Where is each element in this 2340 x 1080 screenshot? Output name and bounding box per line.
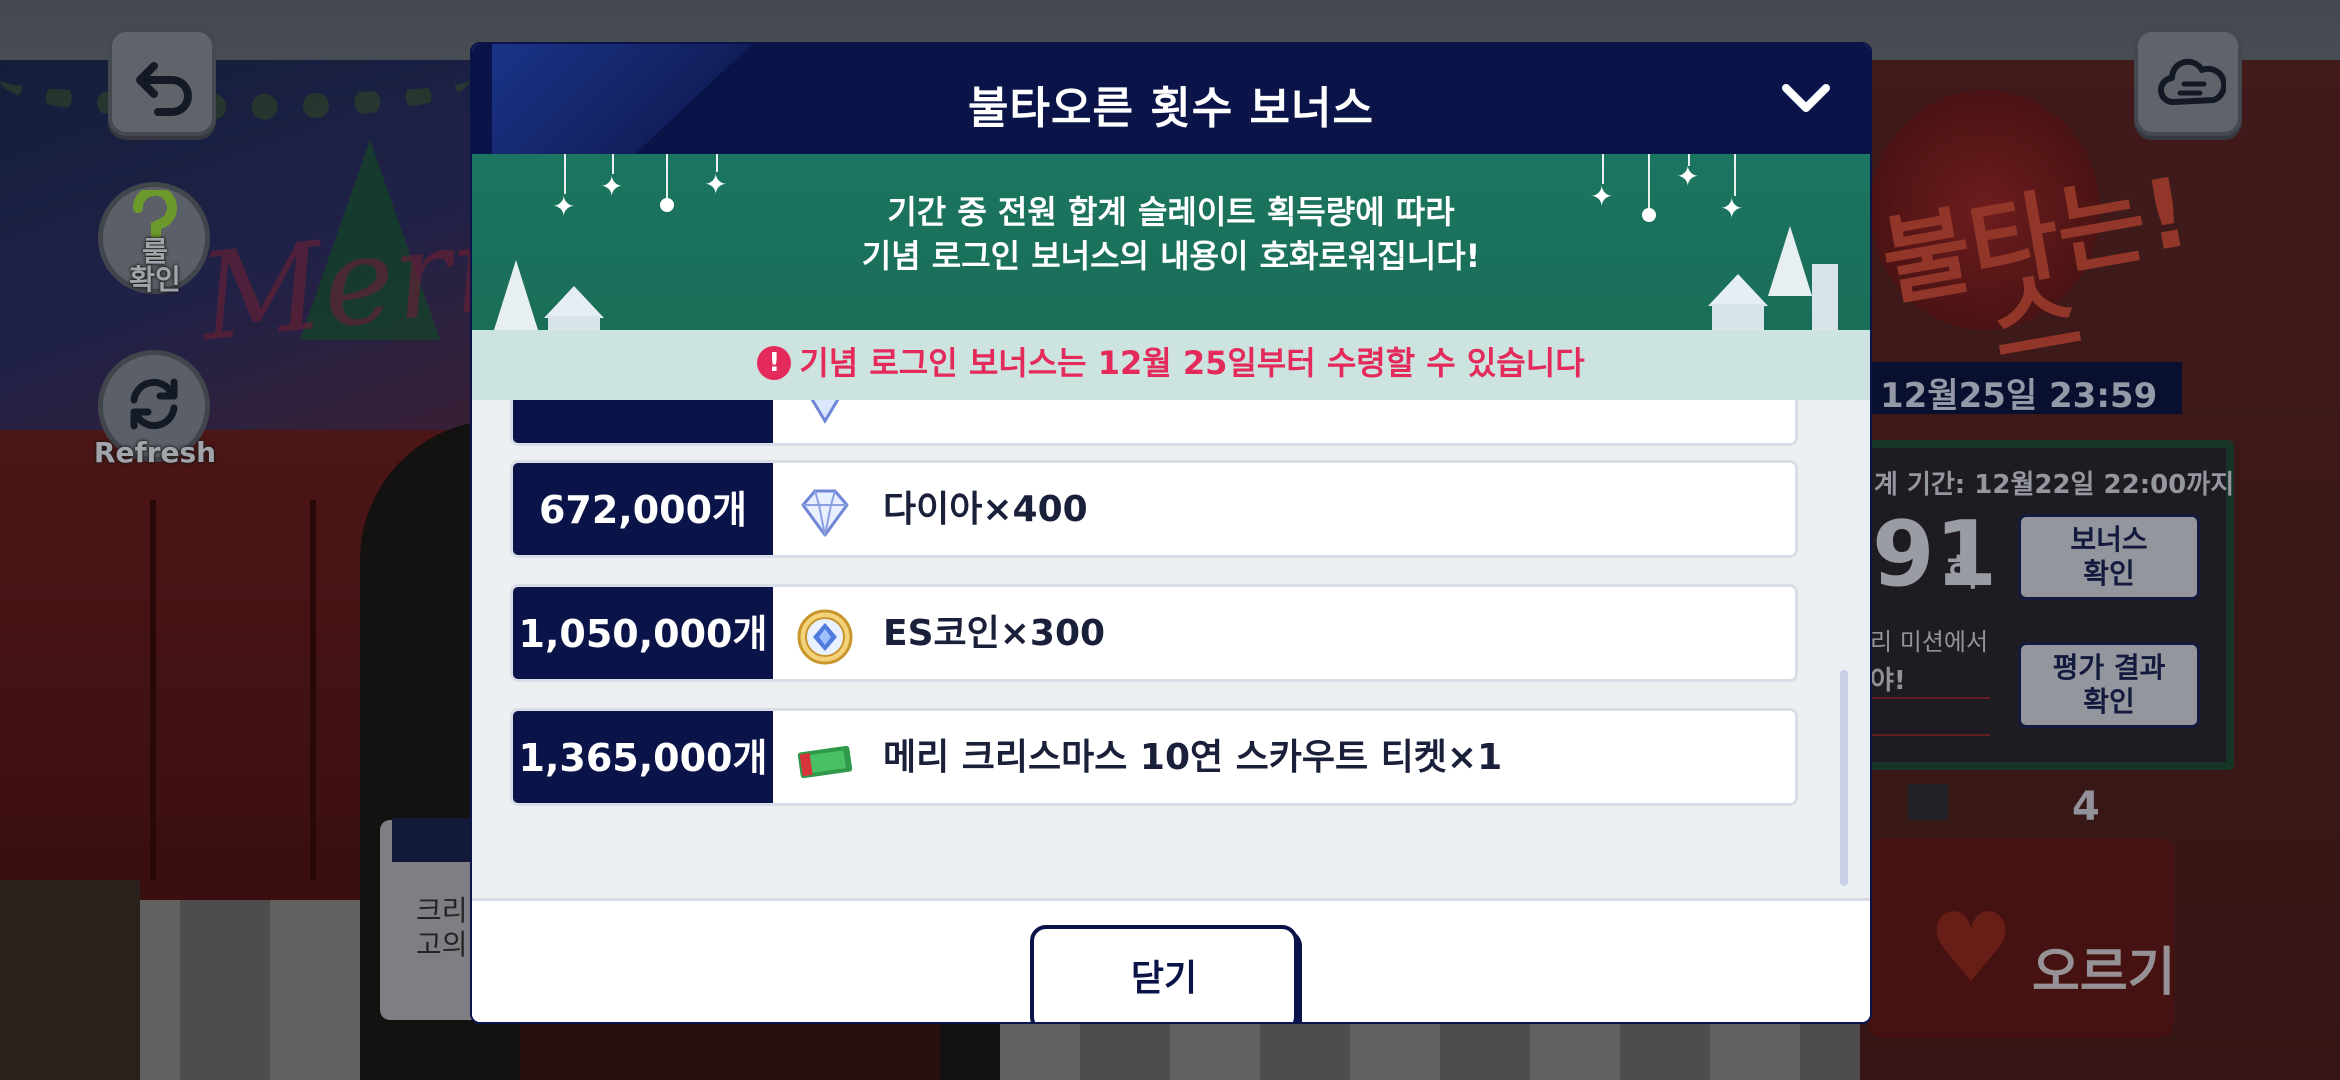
alert-icon: ! [757, 346, 792, 380]
collapse-button[interactable] [1776, 70, 1836, 126]
bonus-modal: 불타오른 횟수 보너스 ✦ ✦ ✦ 기간 중 전원 합계 슬레이트 획득량에 따… [470, 42, 1872, 1024]
close-button[interactable]: 닫기 [1030, 925, 1298, 1022]
star-icon: ✦ [1720, 192, 1744, 225]
reward-list[interactable]: 672,000개 다이아×400 1,050,000개 ES코인×300 1,3… [472, 400, 1870, 898]
modal-header: 불타오른 횟수 보너스 [472, 44, 1870, 154]
reward-label: ES코인×300 [883, 613, 1106, 654]
reward-amount: 672,000개 [513, 463, 773, 555]
modal-footer: 닫기 [472, 898, 1870, 1022]
es-coin-icon [797, 609, 853, 665]
scrollbar-thumb[interactable] [1840, 670, 1848, 886]
notice-bar: ! 기념 로그인 보너스는 12월 25일부터 수령할 수 있습니다 [472, 330, 1870, 400]
star-icon: ✦ [1676, 160, 1700, 193]
banner-line-1: 기간 중 전원 합계 슬레이트 획득량에 따라 [887, 193, 1455, 231]
church-tower-icon [1812, 264, 1838, 330]
notice-text: 기념 로그인 보너스는 12월 25일부터 수령할 수 있습니다 [799, 344, 1585, 382]
reward-row: 1,050,000개 ES코인×300 [510, 584, 1798, 682]
bulb-icon [1642, 208, 1656, 222]
chevron-down-icon [1782, 84, 1830, 112]
reward-label: 메리 크리스마스 10연 스카우트 티켓×1 [883, 737, 1503, 778]
info-banner: ✦ ✦ ✦ 기간 중 전원 합계 슬레이트 획득량에 따라 기념 로그인 보너스… [472, 154, 1870, 332]
hanging-line [564, 154, 566, 194]
hanging-line [1648, 154, 1650, 210]
diamond-icon [810, 400, 840, 424]
hanging-line [1734, 154, 1736, 196]
house-roof [544, 286, 604, 318]
modal-title: 불타오른 횟수 보너스 [968, 83, 1374, 134]
reward-row: 1,365,000개 메리 크리스마스 10연 스카우트 티켓×1 [510, 708, 1798, 806]
reward-row: 672,000개 다이아×400 [510, 460, 1798, 558]
reward-label: 다이아×400 [883, 489, 1088, 530]
reward-amount: 1,050,000개 [513, 587, 773, 679]
banner-line-2: 기념 로그인 보너스의 내용이 호화로워집니다! [861, 237, 1481, 275]
reward-amount: 1,365,000개 [513, 711, 773, 803]
house-icon [1712, 304, 1764, 330]
diamond-icon [801, 489, 849, 537]
reward-amount [513, 400, 773, 443]
reward-row [510, 400, 1798, 446]
house-roof [1708, 274, 1768, 306]
pine-tree-icon [1768, 226, 1812, 296]
star-icon: ✦ [1590, 180, 1614, 213]
banner-text: 기간 중 전원 합계 슬레이트 획득량에 따라 기념 로그인 보너스의 내용이 … [472, 190, 1870, 278]
scout-ticket-icon [797, 745, 853, 779]
